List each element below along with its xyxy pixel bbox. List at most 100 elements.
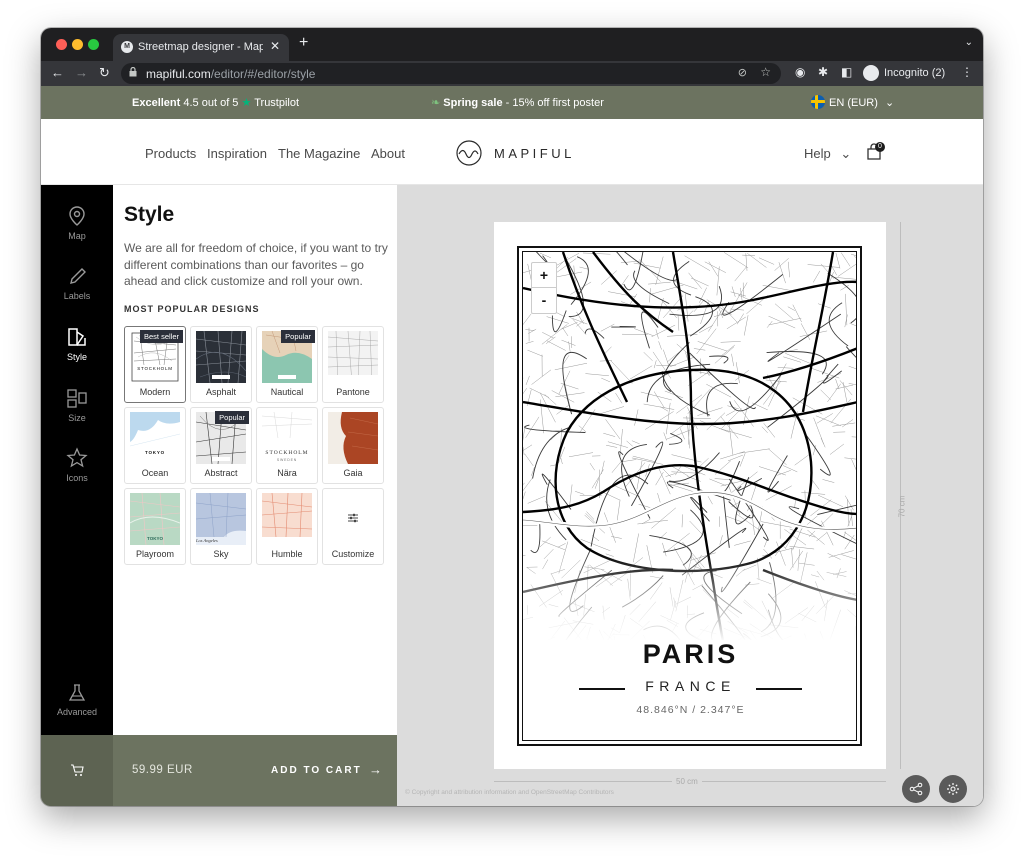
zoom-in-button[interactable]: + <box>532 263 556 288</box>
design-name: Nära <box>277 468 297 478</box>
design-thumbnail: STOCKHOLM SWEDEN <box>262 412 312 464</box>
panel-title: Style <box>124 203 175 226</box>
close-window-button[interactable] <box>56 39 67 50</box>
copyright-notice: © Copyright and attribution information … <box>405 789 614 796</box>
browser-tab-active[interactable]: M Streetmap designer - Mapiful.c ✕ <box>113 34 289 61</box>
poster-country-subtitle[interactable]: FRANCE <box>523 678 856 694</box>
poster-coordinates[interactable]: 48.846°N / 2.347°E <box>523 704 856 716</box>
rail-item-map[interactable]: Map <box>41 205 113 260</box>
gear-icon <box>947 783 959 795</box>
thumb-city-label: Los Angeles <box>196 538 218 543</box>
width-label: 50 cm <box>672 777 702 786</box>
eye-slash-icon[interactable]: ⊘ <box>738 66 747 79</box>
puzzle-extensions-icon[interactable]: ✱ <box>818 65 828 79</box>
design-badge: Best seller <box>139 330 183 343</box>
settings-button[interactable] <box>939 775 967 803</box>
thumb-city-label: STOCKHOLM <box>137 366 173 371</box>
trustpilot-rating[interactable]: Excellent 4.5 out of 5 ★ Trustpilot <box>132 96 299 109</box>
design-card-sky[interactable]: Los Angeles Sky <box>190 488 252 565</box>
thumb-city-label: TOKYO <box>147 536 163 541</box>
design-card-nara[interactable]: STOCKHOLM SWEDEN Nära <box>256 407 318 484</box>
rail-label: Size <box>68 413 86 423</box>
close-tab-icon[interactable]: ✕ <box>270 39 280 53</box>
design-name: Customize <box>331 549 375 559</box>
browser-menu-icon[interactable]: ⋮ <box>961 65 973 79</box>
cart-button[interactable] <box>41 735 113 806</box>
shopping-cart-icon <box>71 764 84 776</box>
arrow-right-icon[interactable]: → <box>369 762 382 777</box>
address-bar-row: ← → ↻ mapiful.com/editor/#/editor/style … <box>41 61 983 86</box>
design-card-playroom[interactable]: TOKYO Playroom <box>124 488 186 565</box>
zoom-out-button[interactable]: - <box>532 288 556 313</box>
poster: + - PARIS FRANCE 48.846°N / 2.347°E <box>494 222 886 769</box>
logo-mark-icon <box>456 140 482 166</box>
tab-search-chevron-icon[interactable]: ⌄ <box>965 37 973 48</box>
thumb-country-label: SWEDEN <box>276 458 298 462</box>
rail-item-style[interactable]: Style <box>41 326 113 381</box>
design-card-abstract[interactable]: Popular Abstract <box>190 407 252 484</box>
design-card-asphalt[interactable]: Asphalt <box>190 326 252 403</box>
logo-wordmark: MAPIFUL <box>494 146 575 161</box>
ocean-thumb-map <box>130 412 180 447</box>
help-menu[interactable]: Help ⌄ <box>804 146 851 162</box>
new-tab-icon[interactable]: + <box>299 34 308 52</box>
rail-item-labels[interactable]: Labels <box>41 265 113 320</box>
nav-inspiration[interactable]: Inspiration <box>207 146 267 161</box>
divider-right <box>756 688 802 690</box>
design-card-ocean[interactable]: TOKYO Ocean <box>124 407 186 484</box>
rail-item-icons[interactable]: Icons <box>41 447 113 502</box>
nav-products[interactable]: Products <box>145 146 196 161</box>
nav-about[interactable]: About <box>371 146 405 161</box>
sale-detail: - 15% off first poster <box>505 97 604 109</box>
design-thumbnail: Los Angeles <box>196 493 246 545</box>
side-panel-icon[interactable]: ◧ <box>841 65 852 79</box>
design-card-gaia[interactable]: Gaia <box>322 407 384 484</box>
sweden-flag-icon <box>811 95 825 109</box>
height-label: 70 cm <box>897 495 907 518</box>
bookmark-star-icon[interactable]: ☆ <box>760 65 771 79</box>
design-name: Nautical <box>270 387 304 397</box>
back-arrow-icon[interactable]: ← <box>51 65 64 80</box>
address-bar[interactable]: mapiful.com/editor/#/editor/style ⊘ ☆ <box>121 63 781 84</box>
add-to-cart-button[interactable]: ADD TO CART <box>271 765 362 776</box>
forward-arrow-icon[interactable]: → <box>75 65 88 80</box>
design-card-humble[interactable]: Humble <box>256 488 318 565</box>
height-dimension: 70 cm <box>896 222 906 769</box>
star-icon <box>66 447 88 468</box>
nav-magazine[interactable]: The Magazine <box>278 146 360 161</box>
profile-label: Incognito (2) <box>884 67 946 79</box>
editor-side-rail: Map Labels Style Size Icons Advanced <box>41 185 113 735</box>
sale-title: Spring sale <box>443 97 503 109</box>
design-card-pantone[interactable]: Pantone <box>322 326 384 403</box>
share-icon <box>909 782 923 796</box>
rail-label: Style <box>66 352 87 362</box>
thumb-city-label: STOCKHOLM <box>265 450 309 456</box>
language-selector[interactable]: EN (EUR) ⌄ <box>811 95 894 109</box>
sale-message[interactable]: ❧ Spring sale - 15% off first poster <box>431 96 604 109</box>
reload-icon[interactable]: ↻ <box>99 65 110 81</box>
leaf-icon: ❧ <box>431 97 441 109</box>
maximize-window-button[interactable] <box>88 39 99 50</box>
rail-label: Map <box>68 231 86 241</box>
pantone-thumb-map <box>328 331 378 383</box>
design-card-customize[interactable]: Customize <box>322 488 384 565</box>
language-label: EN (EUR) <box>829 97 878 109</box>
mapiful-favicon-icon: M <box>121 41 133 53</box>
incognito-icon <box>863 65 879 81</box>
poster-city-title[interactable]: PARIS <box>523 639 856 670</box>
extension-icon[interactable]: ◉ <box>795 65 805 79</box>
rail-label: Advanced <box>56 707 98 717</box>
design-card-modern[interactable]: STOCKHOLM Best seller Modern <box>124 326 186 403</box>
chevron-down-icon: ⌄ <box>840 146 852 161</box>
humble-thumb-map <box>262 493 312 545</box>
rail-item-advanced[interactable]: Advanced <box>41 683 113 738</box>
share-button[interactable] <box>902 775 930 803</box>
flask-icon <box>68 684 86 701</box>
chevron-down-icon: ⌄ <box>884 97 895 109</box>
design-badge: Popular <box>281 330 315 343</box>
minimize-window-button[interactable] <box>72 39 83 50</box>
rail-item-size[interactable]: Size <box>41 387 113 442</box>
design-card-nautical[interactable]: Popular Nautical <box>256 326 318 403</box>
design-name: Pantone <box>336 387 370 397</box>
design-name: Playroom <box>135 549 174 559</box>
